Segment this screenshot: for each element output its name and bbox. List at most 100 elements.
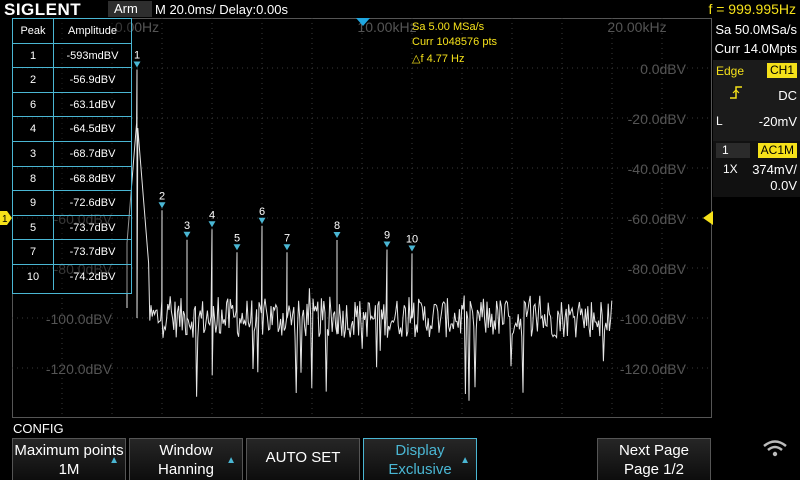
panel-sample-rate: Sa 50.0MSa/s	[715, 22, 797, 37]
db-tick-label-right: -60.0dBV	[628, 211, 687, 227]
window-button[interactable]: Window Hanning ▲	[129, 438, 243, 480]
menu-title: CONFIG	[13, 421, 64, 436]
table-row: 1 -593mdBV	[13, 43, 131, 69]
peak-marker	[383, 241, 391, 248]
timebase-readout[interactable]: M 20.0ms/ Delay:0.00s	[155, 2, 288, 17]
channel-marker-label: 1	[2, 214, 8, 225]
peak-label: 2	[159, 190, 165, 202]
chevron-up-icon: ▲	[226, 455, 236, 466]
trigger-level-marker[interactable]	[703, 211, 713, 225]
auto-set-button[interactable]: AUTO SET	[246, 438, 360, 480]
peak-amplitude: -72.6dBV	[69, 197, 116, 210]
maximum-points-button[interactable]: Maximum points 1M ▲	[12, 438, 126, 480]
volts-per-div: 374mV/	[752, 162, 797, 177]
peak-number: 7	[13, 240, 54, 264]
peak-marker	[208, 221, 216, 228]
peak-marker	[258, 217, 266, 224]
right-info-panel: Sa 50.0MSa/s Curr 14.0Mpts Edge CH1 DC L…	[713, 18, 800, 218]
peak-amplitude: -73.7dBV	[69, 246, 116, 259]
probe-factor: 1X	[723, 162, 738, 176]
table-row: 9 -72.6dBV	[13, 191, 131, 216]
next-page-title: Next Page	[618, 442, 690, 459]
peak-label: 7	[284, 232, 290, 244]
fft-curr-points: Curr 1048576 pts	[412, 36, 497, 48]
table-row: 8 -68.8dBV	[13, 166, 131, 192]
channel-1-settings-box[interactable]: 1 AC1M 1X 374mV/ 0.0V	[713, 141, 800, 197]
fft-sample-rate: Sa 5.00 MSa/s	[412, 21, 485, 33]
channel-offset: 0.0V	[770, 178, 797, 193]
panel-curr-points: Curr 14.0Mpts	[714, 41, 797, 56]
peak-amplitude: -63.1dBV	[69, 98, 116, 111]
frequency-counter: f = 999.995Hz	[708, 1, 796, 17]
brand-logo: SIGLENT	[4, 0, 82, 19]
peak-amplitude: -73.7dBV	[69, 221, 116, 234]
auto-set-label: AUTO SET	[265, 449, 341, 466]
peak-marker	[183, 231, 191, 238]
db-tick-label-right: -40.0dBV	[628, 161, 687, 177]
peak-label: 1	[134, 49, 140, 61]
peak-label: 4	[209, 209, 215, 221]
freq-tick-label: 20.00kHz	[607, 19, 666, 35]
peak-table-header: Peak Amplitude	[13, 19, 131, 44]
fft-delta-f: △f 4.77 Hz	[412, 53, 464, 65]
trigger-level-label: L	[716, 114, 723, 128]
peak-number: 1	[13, 43, 54, 68]
channel-1-offset-marker[interactable]: 1	[0, 211, 12, 225]
top-status-bar: SIGLENT Arm M 20.0ms/ Delay:0.00s f = 99…	[0, 0, 800, 19]
peak-amplitude: -64.5dBV	[69, 123, 116, 136]
trigger-source-badge: CH1	[766, 63, 797, 78]
trigger-type: Edge	[716, 64, 745, 78]
next-page-value: Page 1/2	[623, 461, 685, 478]
next-page-button[interactable]: Next Page Page 1/2	[597, 438, 711, 480]
wifi-icon	[763, 440, 787, 457]
peak-marker	[333, 232, 341, 238]
peak-marker	[158, 202, 166, 209]
peak-markers: 1 2 3 4 5 6 7 8 9 10	[133, 49, 418, 252]
peak-amplitude: -593mdBV	[66, 49, 119, 62]
peak-marker	[408, 245, 416, 252]
trigger-coupling: DC	[778, 88, 797, 103]
fft-trace	[126, 69, 613, 401]
db-tick-label-right: -80.0dBV	[628, 261, 687, 277]
fft-info-block: Sa 5.00 MSa/s Curr 1048576 pts △f 4.77 H…	[412, 21, 497, 65]
peak-amplitude: -68.8dBV	[69, 172, 116, 185]
peak-amplitude: -74.2dBV	[69, 270, 116, 283]
peak-number: 2	[13, 68, 54, 92]
peak-label: 5	[234, 232, 240, 244]
trigger-position-marker[interactable]	[356, 18, 370, 27]
peak-label: 3	[184, 220, 190, 232]
peak-amplitude: -68.7dBV	[69, 147, 116, 160]
peak-number: 4	[13, 117, 54, 141]
db-tick-label-right: -120.0dBV	[620, 361, 687, 377]
table-row: 4 -64.5dBV	[13, 117, 131, 142]
peak-number: 10	[13, 264, 54, 290]
table-row: 3 -68.7dBV	[13, 141, 131, 167]
table-row: 10 -74.2dBV	[13, 264, 131, 290]
db-tick-label-right: 0.0dBV	[640, 61, 687, 77]
chevron-up-icon: ▲	[460, 455, 470, 466]
peak-number: 3	[13, 141, 54, 166]
display-button[interactable]: Display Exclusive ▲	[363, 438, 477, 480]
db-tick-label-right: -20.0dBV	[628, 111, 687, 127]
peak-marker	[133, 61, 141, 68]
table-row: 6 -63.1dBV	[13, 92, 131, 118]
acquisition-state: Arm	[108, 1, 152, 17]
peak-marker	[233, 244, 241, 251]
peak-label: 6	[259, 206, 265, 218]
peak-number: 8	[13, 166, 54, 191]
peak-column-header: Peak	[13, 19, 54, 43]
peak-number: 6	[13, 92, 54, 117]
db-tick-label-left: -100.0dBV	[46, 311, 113, 327]
peak-number: 5	[13, 215, 54, 240]
db-tick-label-right: -100.0dBV	[620, 311, 687, 327]
peak-marker	[283, 244, 291, 251]
rising-edge-icon	[730, 86, 742, 99]
table-row: 7 -73.7dBV	[13, 240, 131, 265]
amplitude-column-header: Amplitude	[68, 25, 117, 37]
channel-number: 1	[716, 143, 750, 158]
peak-amplitude: -56.9dBV	[69, 74, 116, 87]
peak-label: 10	[406, 234, 418, 246]
db-tick-label-left: -120.0dBV	[46, 361, 113, 377]
channel-coupling-badge: AC1M	[757, 143, 797, 158]
table-row: 5 -73.7dBV	[13, 215, 131, 241]
